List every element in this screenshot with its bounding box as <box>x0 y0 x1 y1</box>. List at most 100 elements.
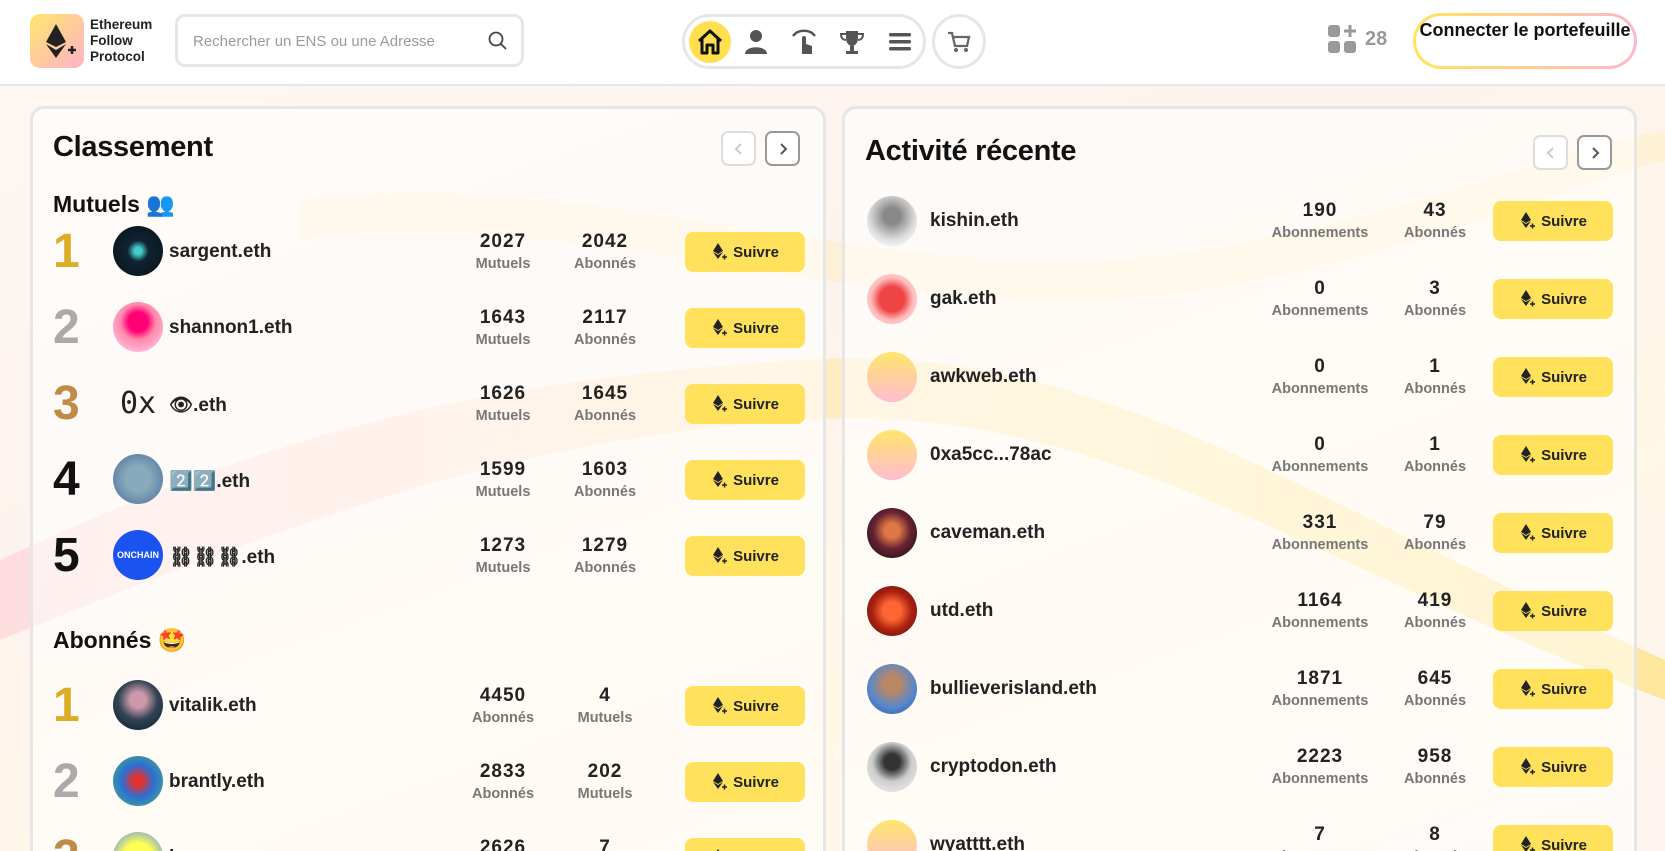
avatar[interactable] <box>113 832 163 851</box>
follow-button[interactable]: Suivre <box>685 308 805 348</box>
user-name[interactable]: 0xa5cc...78ac <box>930 444 1052 466</box>
ethereum-plus-icon <box>713 395 728 412</box>
follow-button[interactable]: Suivre <box>685 686 805 726</box>
stat-label: Abonnements <box>1271 771 1369 787</box>
follow-button[interactable]: Suivre <box>1493 357 1613 397</box>
leaderboard-row: 3 0x 👁.eth 1626 Mutuels 1645 Abonnés Sui… <box>33 374 823 434</box>
user-name[interactable]: wyatttt.eth <box>930 834 1025 851</box>
rank-number: 3 <box>53 830 80 851</box>
stat-value: 4450 <box>479 685 527 706</box>
search-icon[interactable] <box>487 30 509 52</box>
nav-profile[interactable] <box>735 21 777 63</box>
leaderboard-row: 1 sargent.eth 2027 Mutuels 2042 Abonnés … <box>33 222 823 282</box>
leaderboard-prev-button[interactable] <box>721 131 756 166</box>
stat-following: 7 Abonnements <box>1260 824 1380 851</box>
ethereum-plus-icon <box>1521 758 1536 775</box>
stat-following: 331 Abonnements <box>1260 512 1380 553</box>
stat-label: Abonnés <box>1403 771 1467 787</box>
user-name[interactable]: cryptodon.eth <box>930 756 1057 778</box>
home-icon <box>697 29 723 55</box>
connect-wallet-button[interactable]: Connecter le portefeuille <box>1413 13 1637 69</box>
avatar[interactable] <box>113 226 163 276</box>
ethereum-plus-icon <box>1521 524 1536 541</box>
nav-home[interactable] <box>689 21 731 63</box>
follow-button[interactable]: Suivre <box>1493 513 1613 553</box>
chevron-left-icon <box>734 142 742 155</box>
list-ops-count[interactable]: 28 <box>1327 24 1387 54</box>
follow-button[interactable]: Suivre <box>685 536 805 576</box>
follow-button[interactable]: Suivre <box>1493 669 1613 709</box>
user-name[interactable]: gak.eth <box>930 288 997 310</box>
nav-leaderboard[interactable] <box>831 21 873 63</box>
avatar[interactable] <box>113 454 163 504</box>
user-name[interactable]: brantly.eth <box>169 771 265 793</box>
stat-value: 190 <box>1302 200 1338 221</box>
user-name[interactable]: 👁.eth <box>169 393 227 417</box>
avatar[interactable] <box>867 274 917 324</box>
stat-primary: 1273 Mutuels <box>448 535 558 576</box>
leaderboard-row: 4 2️⃣2️⃣.eth 1599 Mutuels 1603 Abonnés S… <box>33 450 823 510</box>
follow-button[interactable]: Suivre <box>685 460 805 500</box>
follow-button[interactable]: Suivre <box>1493 825 1613 851</box>
avatar[interactable]: 0x <box>113 378 163 428</box>
user-name[interactable]: bullieverisland.eth <box>930 678 1097 700</box>
user-name[interactable]: sargent.eth <box>169 241 271 263</box>
stat-followers: 419 Abonnés <box>1380 590 1490 631</box>
ethereum-plus-icon <box>1521 680 1536 697</box>
stat-label: Abonnements <box>1271 459 1369 475</box>
leaderboard-panel: Classement Mutuels 👥 1 sargent.eth 2027 … <box>30 106 826 851</box>
stat-label: Abonnés <box>471 786 535 802</box>
follow-button[interactable]: Suivre <box>685 384 805 424</box>
stat-value: 1599 <box>479 459 527 480</box>
search-input[interactable] <box>193 27 473 55</box>
cart-button[interactable] <box>932 14 986 69</box>
avatar[interactable] <box>867 196 917 246</box>
user-name[interactable]: vitalik.eth <box>169 695 257 717</box>
user-name[interactable]: utd.eth <box>930 600 993 622</box>
activity-next-button[interactable] <box>1577 135 1612 170</box>
avatar[interactable] <box>113 680 163 730</box>
avatar[interactable] <box>867 430 917 480</box>
avatar[interactable] <box>113 756 163 806</box>
follow-label: Suivre <box>1541 368 1587 386</box>
follow-label: Suivre <box>1541 446 1587 464</box>
avatar[interactable] <box>867 586 917 636</box>
nav-menu[interactable] <box>879 21 921 63</box>
stat-value: 1279 <box>581 535 629 556</box>
user-name[interactable]: 2️⃣2️⃣.eth <box>169 469 250 493</box>
stat-value: 0 <box>1314 278 1326 299</box>
user-name[interactable]: jesse.xyz <box>169 847 252 851</box>
stat-value: 1645 <box>581 383 629 404</box>
user-name[interactable]: kishin.eth <box>930 210 1019 232</box>
avatar[interactable] <box>867 664 917 714</box>
user-name[interactable]: awkweb.eth <box>930 366 1037 388</box>
stat-label: Abonnés <box>573 560 637 576</box>
follow-button[interactable]: Suivre <box>1493 591 1613 631</box>
user-name[interactable]: ⛓⛓⛓.eth <box>169 545 275 569</box>
follow-button[interactable]: Suivre <box>1493 435 1613 475</box>
user-name[interactable]: shannon1.eth <box>169 317 293 339</box>
stat-primary: 2027 Mutuels <box>448 231 558 272</box>
follow-button[interactable]: Suivre <box>685 838 805 851</box>
stat-secondary: 1279 Abonnés <box>550 535 660 576</box>
follow-button[interactable]: Suivre <box>1493 747 1613 787</box>
avatar[interactable] <box>867 742 917 792</box>
follow-button[interactable]: Suivre <box>685 762 805 802</box>
leaderboard-next-button[interactable] <box>765 131 800 166</box>
avatar[interactable] <box>867 352 917 402</box>
avatar[interactable] <box>113 302 163 352</box>
avatar[interactable] <box>867 820 917 851</box>
efp-logo[interactable] <box>30 14 84 68</box>
user-name[interactable]: caveman.eth <box>930 522 1045 544</box>
nav-swipe[interactable] <box>783 21 825 63</box>
follow-button[interactable]: Suivre <box>1493 201 1613 241</box>
menu-icon <box>889 33 911 51</box>
avatar[interactable]: ONCHAIN <box>113 530 163 580</box>
follow-button[interactable]: Suivre <box>1493 279 1613 319</box>
follow-button[interactable]: Suivre <box>685 232 805 272</box>
avatar[interactable] <box>867 508 917 558</box>
activity-prev-button[interactable] <box>1533 135 1568 170</box>
stat-value: 7 <box>1314 824 1326 845</box>
stat-value: 1626 <box>479 383 527 404</box>
stat-value: 1 <box>1429 356 1441 377</box>
